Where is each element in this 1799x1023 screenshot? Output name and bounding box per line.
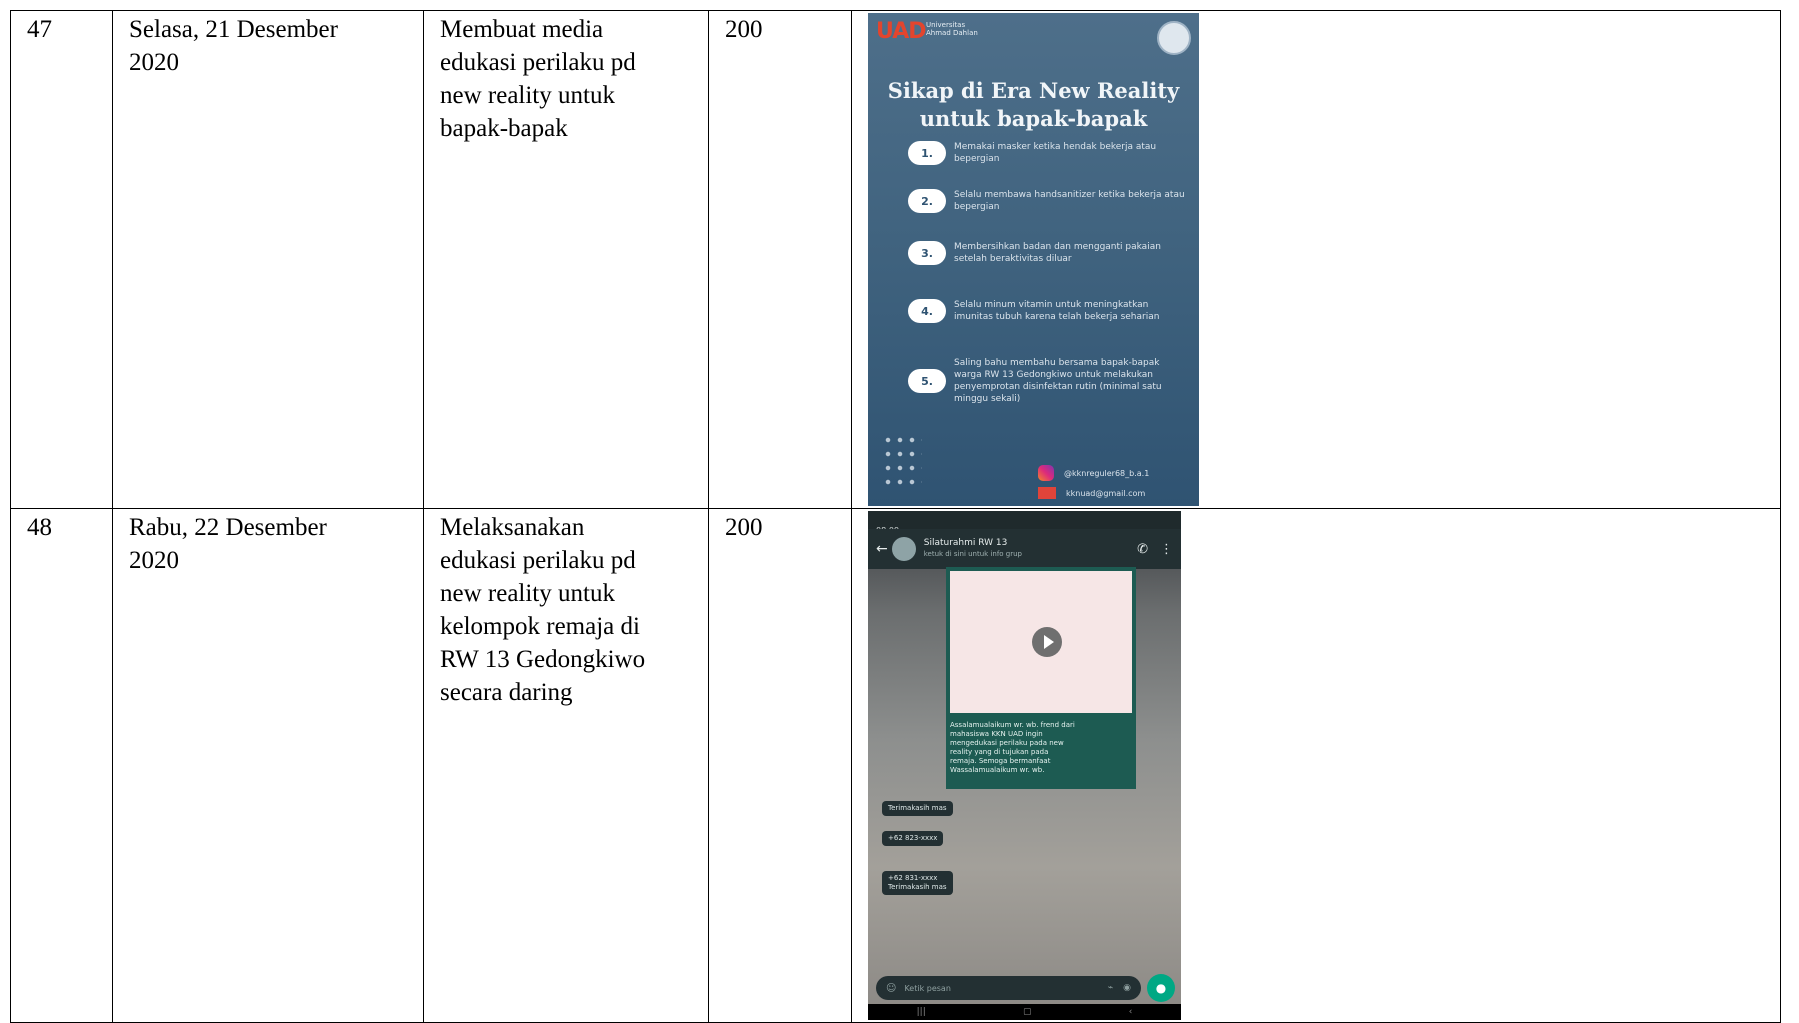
item-text: Saling bahu membahu bersama bapak-bapak … bbox=[954, 358, 1162, 404]
video-message bbox=[946, 567, 1136, 717]
row-activity: Membuat media edukasi perilaku pd new re… bbox=[423, 10, 709, 509]
mic-icon: ● bbox=[1147, 974, 1175, 1002]
activity-text: Melaksanakan edukasi perilaku pd new rea… bbox=[440, 514, 646, 706]
table-row: 48 Rabu, 22 Desember 2020 Melaksanakan e… bbox=[10, 508, 1781, 1023]
row-date: Selasa, 21 Desember 2020 bbox=[112, 10, 424, 509]
table-row: 47 Selasa, 21 Desember 2020 Membuat medi… bbox=[10, 10, 1781, 509]
item-text: Selalu membawa handsanitizer ketika beke… bbox=[954, 190, 1185, 212]
poster-title: Sikap di Era New Reality untuk bapak-bap… bbox=[887, 78, 1180, 131]
status-bar: 08:09 bbox=[868, 511, 1181, 535]
date-text: Rabu, 22 Desember 2020 bbox=[129, 514, 327, 574]
back-icon: ‹ bbox=[1128, 1006, 1133, 1017]
email-address: kknuad@gmail.com bbox=[1066, 488, 1146, 498]
group-name: Silaturahmi RW 13 bbox=[923, 538, 1008, 548]
poster-item: 4. Selalu minum vitamin untuk meningkatk… bbox=[908, 299, 1188, 323]
instagram-handle: @kknreguler68_b.a.1 bbox=[1064, 468, 1150, 478]
row-date: Rabu, 22 Desember 2020 bbox=[112, 508, 424, 1023]
home-icon: ▢ bbox=[1022, 1006, 1032, 1017]
emoji-icon: ☺ bbox=[886, 982, 897, 994]
chat-message: Terimakasih mas bbox=[882, 801, 953, 816]
row-number: 47 bbox=[10, 10, 113, 509]
chat-message: +62 823-xxxx bbox=[882, 831, 944, 846]
seal-icon bbox=[1157, 21, 1191, 55]
item-number: 4. bbox=[908, 299, 946, 323]
input-placeholder: Ketik pesan bbox=[904, 983, 951, 993]
university-name: Universitas Ahmad Dahlan bbox=[926, 21, 978, 37]
play-icon bbox=[1032, 627, 1062, 657]
item-text: Selalu minum vitamin untuk meningkatkan … bbox=[954, 300, 1160, 322]
instagram-contact: @kknreguler68_b.a.1 bbox=[1038, 465, 1149, 481]
android-nav-bar: ||| ▢ ‹ bbox=[868, 1004, 1181, 1020]
instagram-icon bbox=[1038, 465, 1054, 481]
menu-icon: ⋮ bbox=[1160, 541, 1173, 557]
recents-icon: ||| bbox=[916, 1006, 926, 1017]
item-number: 2. bbox=[908, 189, 946, 213]
back-arrow-icon: ← bbox=[876, 540, 888, 557]
row-duration: 200 bbox=[708, 10, 852, 509]
chat-message: +62 831-xxxx Terimakasih mas bbox=[882, 871, 953, 895]
item-text: Memakai masker ketika hendak bekerja ata… bbox=[954, 142, 1157, 164]
item-text: Membersihkan badan dan mengganti pakaian… bbox=[954, 242, 1161, 264]
group-subtitle: ketuk di sini untuk info grup bbox=[923, 550, 1023, 558]
attach-icon: ⌁ bbox=[1107, 982, 1114, 993]
item-number: 3. bbox=[908, 241, 946, 265]
call-icon: ✆ bbox=[1137, 541, 1148, 557]
group-avatar bbox=[891, 537, 916, 561]
row-duration: 200 bbox=[708, 508, 852, 1023]
row-number: 48 bbox=[10, 508, 113, 1023]
date-text: Selasa, 21 Desember 2020 bbox=[129, 16, 338, 76]
mail-icon bbox=[1038, 487, 1056, 499]
activity-text: Membuat media edukasi perilaku pd new re… bbox=[440, 16, 636, 142]
poster-item: 3. Membersihkan badan dan mengganti paka… bbox=[908, 241, 1188, 265]
whatsapp-screenshot: 08:09 ← Silaturahmi RW 13 ketuk di sini … bbox=[868, 511, 1181, 1020]
education-poster: UAD Universitas Ahmad Dahlan Sikap di Er… bbox=[868, 13, 1199, 506]
row-documentation: UAD Universitas Ahmad Dahlan Sikap di Er… bbox=[851, 10, 1781, 509]
poster-item: 5. Saling bahu membahu bersama bapak-bap… bbox=[908, 357, 1188, 405]
decorative-dots bbox=[882, 433, 922, 493]
poster-item: 2. Selalu membawa handsanitizer ketika b… bbox=[908, 189, 1188, 213]
item-number: 1. bbox=[908, 141, 946, 165]
activity-log-table: 47 Selasa, 21 Desember 2020 Membuat medi… bbox=[10, 10, 1781, 1023]
video-caption: Assalamualaikum wr. wb. frend dari mahas… bbox=[946, 717, 1136, 789]
group-info: Silaturahmi RW 13 ketuk di sini untuk in… bbox=[924, 538, 1125, 560]
row-activity: Melaksanakan edukasi perilaku pd new rea… bbox=[423, 508, 709, 1023]
item-number: 5. bbox=[908, 369, 946, 393]
email-contact: kknuad@gmail.com bbox=[1038, 487, 1145, 499]
row-documentation: 08:09 ← Silaturahmi RW 13 ketuk di sini … bbox=[851, 508, 1781, 1023]
chat-header: ← Silaturahmi RW 13 ketuk di sini untuk … bbox=[868, 529, 1181, 569]
uad-logo: UAD bbox=[876, 19, 926, 44]
poster-item: 1. Memakai masker ketika hendak bekerja … bbox=[908, 141, 1188, 165]
